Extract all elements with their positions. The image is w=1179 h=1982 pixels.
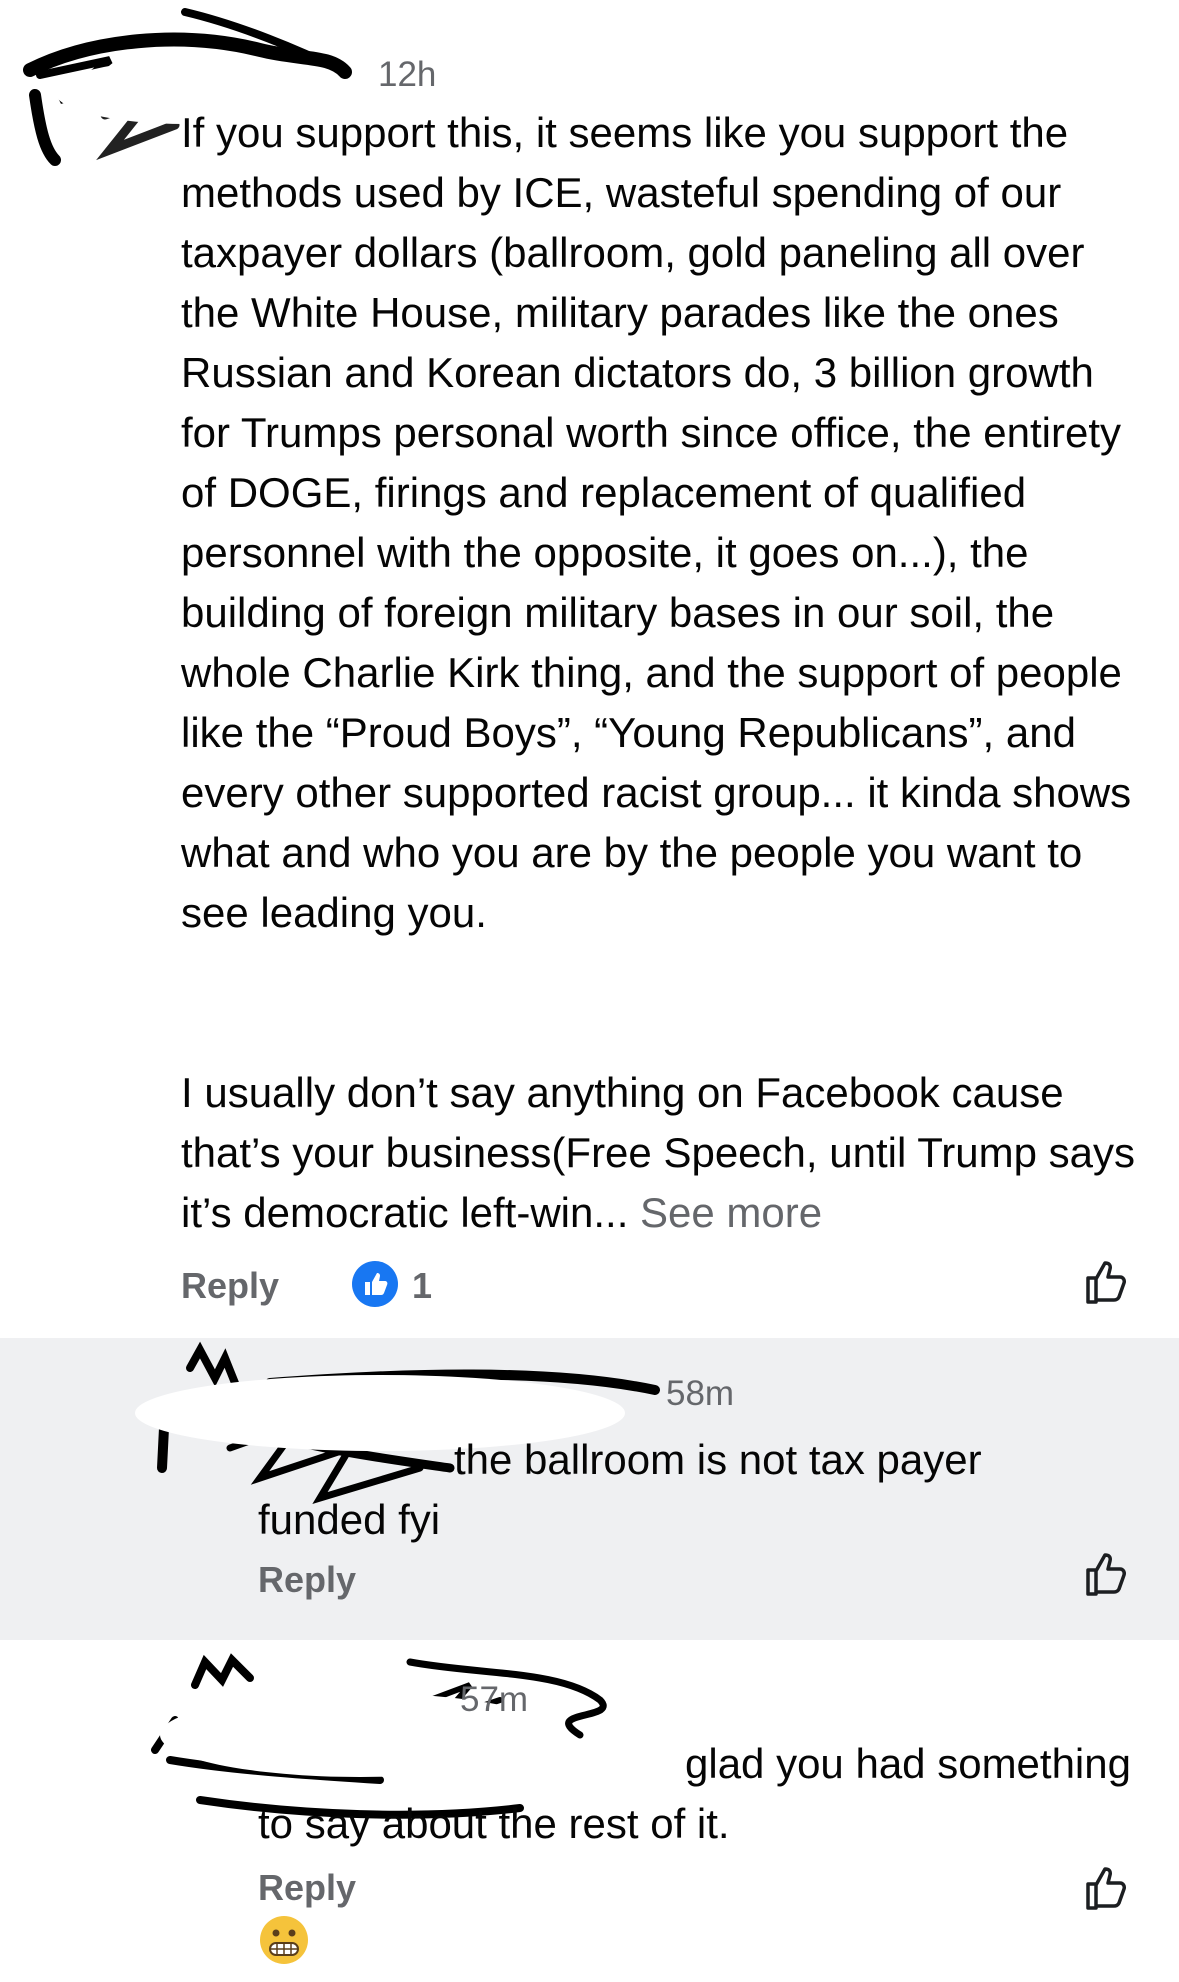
comment-text: glad you had something to say about the … (258, 1734, 1138, 1982)
comment-timestamp: 58m (666, 1374, 735, 1413)
thumbs-up-icon (365, 1273, 388, 1295)
comment-text-body: glad you had something to say about the … (258, 1740, 1131, 1847)
comment-timestamp: 57m (460, 1680, 529, 1719)
thumbs-up-outline-icon (1086, 1553, 1126, 1596)
like-button[interactable] (1080, 1256, 1132, 1308)
see-more-link[interactable]: See more (640, 1189, 822, 1236)
comment-3: 57m glad you had something to say about … (0, 1640, 1179, 1964)
thumbs-up-outline-icon (1086, 1867, 1126, 1910)
reaction-count: 1 (412, 1265, 433, 1306)
comment-text-continued: I usually don’t say anything on Facebook… (181, 1063, 1151, 1243)
comment-text: the ballroom is not tax payer funded fyi (258, 1436, 982, 1543)
comment-text: If you support this, it seems like you s… (181, 109, 1132, 936)
grimacing-face-icon (260, 1916, 308, 1964)
comment-timestamp: 12h (378, 55, 437, 94)
thumbs-up-outline-icon (1086, 1261, 1126, 1304)
like-button[interactable] (1080, 1862, 1132, 1914)
reply-button[interactable]: Reply (258, 1867, 356, 1909)
comment-1: 12h If you support this, it seems like y… (0, 0, 1179, 1338)
comment-2: 58m the ballroom is not tax payer funded… (0, 1338, 1179, 1640)
like-reaction-badge[interactable] (352, 1261, 398, 1307)
like-button[interactable] (1080, 1548, 1132, 1600)
reply-button[interactable]: Reply (258, 1559, 356, 1601)
reply-button[interactable]: Reply (181, 1265, 279, 1307)
